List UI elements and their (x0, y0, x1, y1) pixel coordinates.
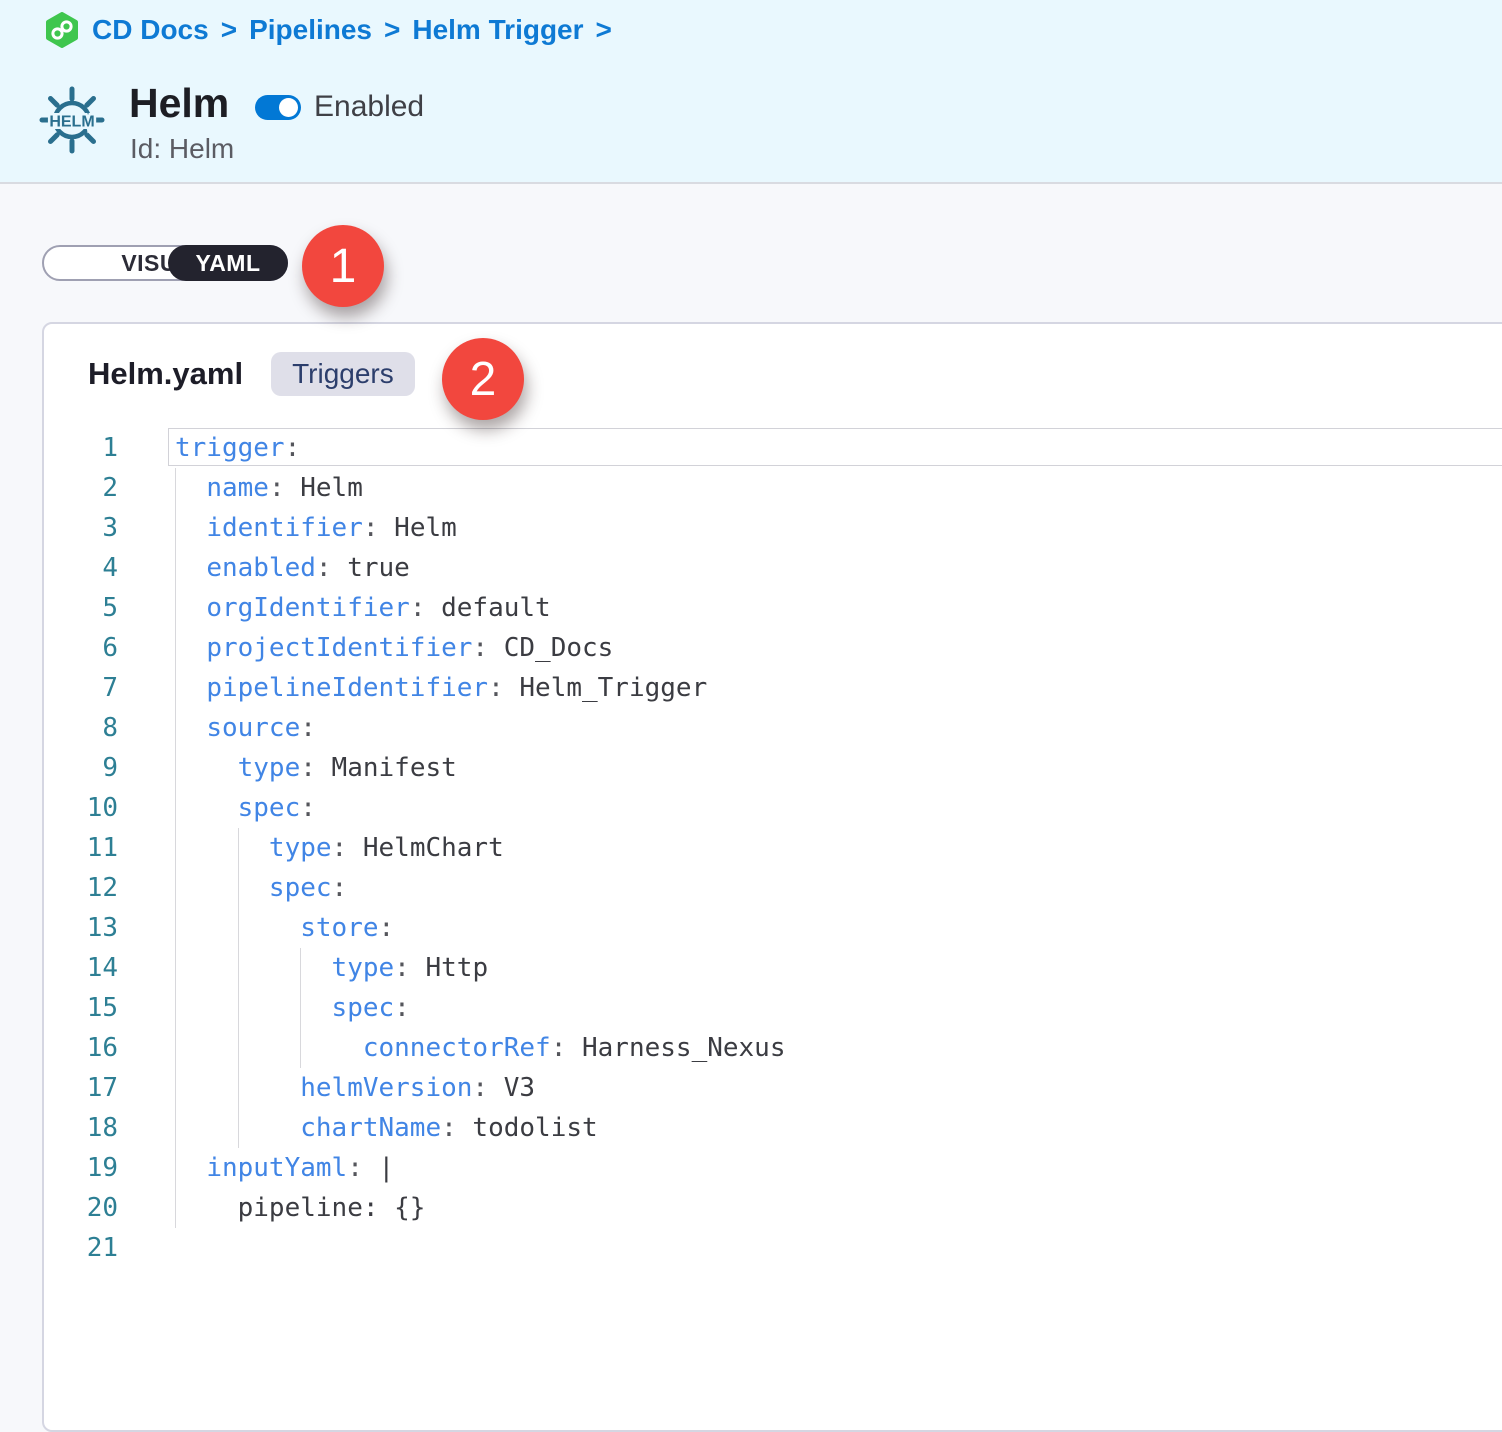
code-line: spec: (175, 868, 1502, 908)
line-number: 9 (44, 748, 118, 788)
enabled-label: Enabled (314, 90, 424, 124)
toggle-knob (279, 98, 298, 117)
code-line: chartName: todolist (175, 1108, 1502, 1148)
code-line: pipeline: {} (175, 1188, 1502, 1228)
indent-guide (238, 828, 239, 1148)
breadcrumb-separator: > (596, 14, 612, 46)
code-line: name: Helm (175, 468, 1502, 508)
page-title: Helm (129, 80, 229, 127)
line-number: 18 (44, 1108, 118, 1148)
code-line: type: HelmChart (175, 828, 1502, 868)
code-content: trigger: name: Helm identifier: Helm ena… (175, 428, 1502, 1268)
line-number: 17 (44, 1068, 118, 1108)
code-line: type: Manifest (175, 748, 1502, 788)
code-line: projectIdentifier: CD_Docs (175, 628, 1502, 668)
tab-yaml[interactable]: YAML (168, 245, 288, 281)
annotation-step-1: 1 (302, 225, 384, 307)
yaml-code-editor[interactable]: 123456789101112131415161718192021 trigge… (44, 428, 1502, 1430)
line-number: 7 (44, 668, 118, 708)
line-number: 5 (44, 588, 118, 628)
line-number: 12 (44, 868, 118, 908)
line-number: 3 (44, 508, 118, 548)
line-number: 4 (44, 548, 118, 588)
line-number: 1 (44, 428, 118, 468)
editor-panel-header: Helm.yaml Triggers (88, 352, 487, 396)
line-number: 10 (44, 788, 118, 828)
code-line: source: (175, 708, 1502, 748)
code-line: store: (175, 908, 1502, 948)
line-number: 19 (44, 1148, 118, 1188)
breadcrumb: CD Docs > Pipelines > Helm Trigger > (44, 12, 612, 48)
line-number: 15 (44, 988, 118, 1028)
line-number: 14 (44, 948, 118, 988)
line-numbers: 123456789101112131415161718192021 (44, 428, 118, 1268)
line-number: 21 (44, 1228, 118, 1268)
enabled-toggle[interactable] (255, 95, 301, 120)
annotation-step-2: 2 (442, 338, 524, 420)
breadcrumb-item[interactable]: Helm Trigger (412, 14, 583, 46)
file-name: Helm.yaml (88, 356, 243, 392)
line-number: 11 (44, 828, 118, 868)
code-line: identifier: Helm (175, 508, 1502, 548)
line-number: 16 (44, 1028, 118, 1068)
line-number: 13 (44, 908, 118, 948)
indent-guide (175, 468, 176, 1228)
line-number: 6 (44, 628, 118, 668)
code-line: inputYaml: | (175, 1148, 1502, 1188)
breadcrumb-separator: > (221, 14, 237, 46)
code-line: connectorRef: Harness_Nexus (175, 1028, 1502, 1068)
code-line: pipelineIdentifier: Helm_Trigger (175, 668, 1502, 708)
line-number: 20 (44, 1188, 118, 1228)
code-line: spec: (175, 788, 1502, 828)
indent-guide (300, 948, 301, 1068)
line-number: 8 (44, 708, 118, 748)
page-header: CD Docs > Pipelines > Helm Trigger > HELM Hel… (0, 0, 1502, 184)
cd-module-icon (44, 12, 80, 48)
breadcrumb-separator: > (384, 14, 400, 46)
code-line: type: Http (175, 948, 1502, 988)
code-line: enabled: true (175, 548, 1502, 588)
code-line: helmVersion: V3 (175, 1068, 1502, 1108)
code-line: trigger: (175, 428, 1502, 468)
visual-yaml-toggle: VISUAL YAML (42, 245, 288, 281)
code-line (175, 1228, 1502, 1268)
breadcrumb-item[interactable]: Pipelines (249, 14, 372, 46)
helm-logo-icon: HELM (36, 80, 108, 163)
code-line: spec: (175, 988, 1502, 1028)
helm-logo-text: HELM (49, 114, 94, 131)
breadcrumb-item[interactable]: CD Docs (92, 14, 209, 46)
trigger-id-label: Id: Helm (130, 133, 234, 165)
line-number: 2 (44, 468, 118, 508)
yaml-editor-panel: Helm.yaml Triggers 123456789101112131415… (42, 322, 1502, 1432)
triggers-badge: Triggers (271, 352, 415, 396)
code-line: orgIdentifier: default (175, 588, 1502, 628)
